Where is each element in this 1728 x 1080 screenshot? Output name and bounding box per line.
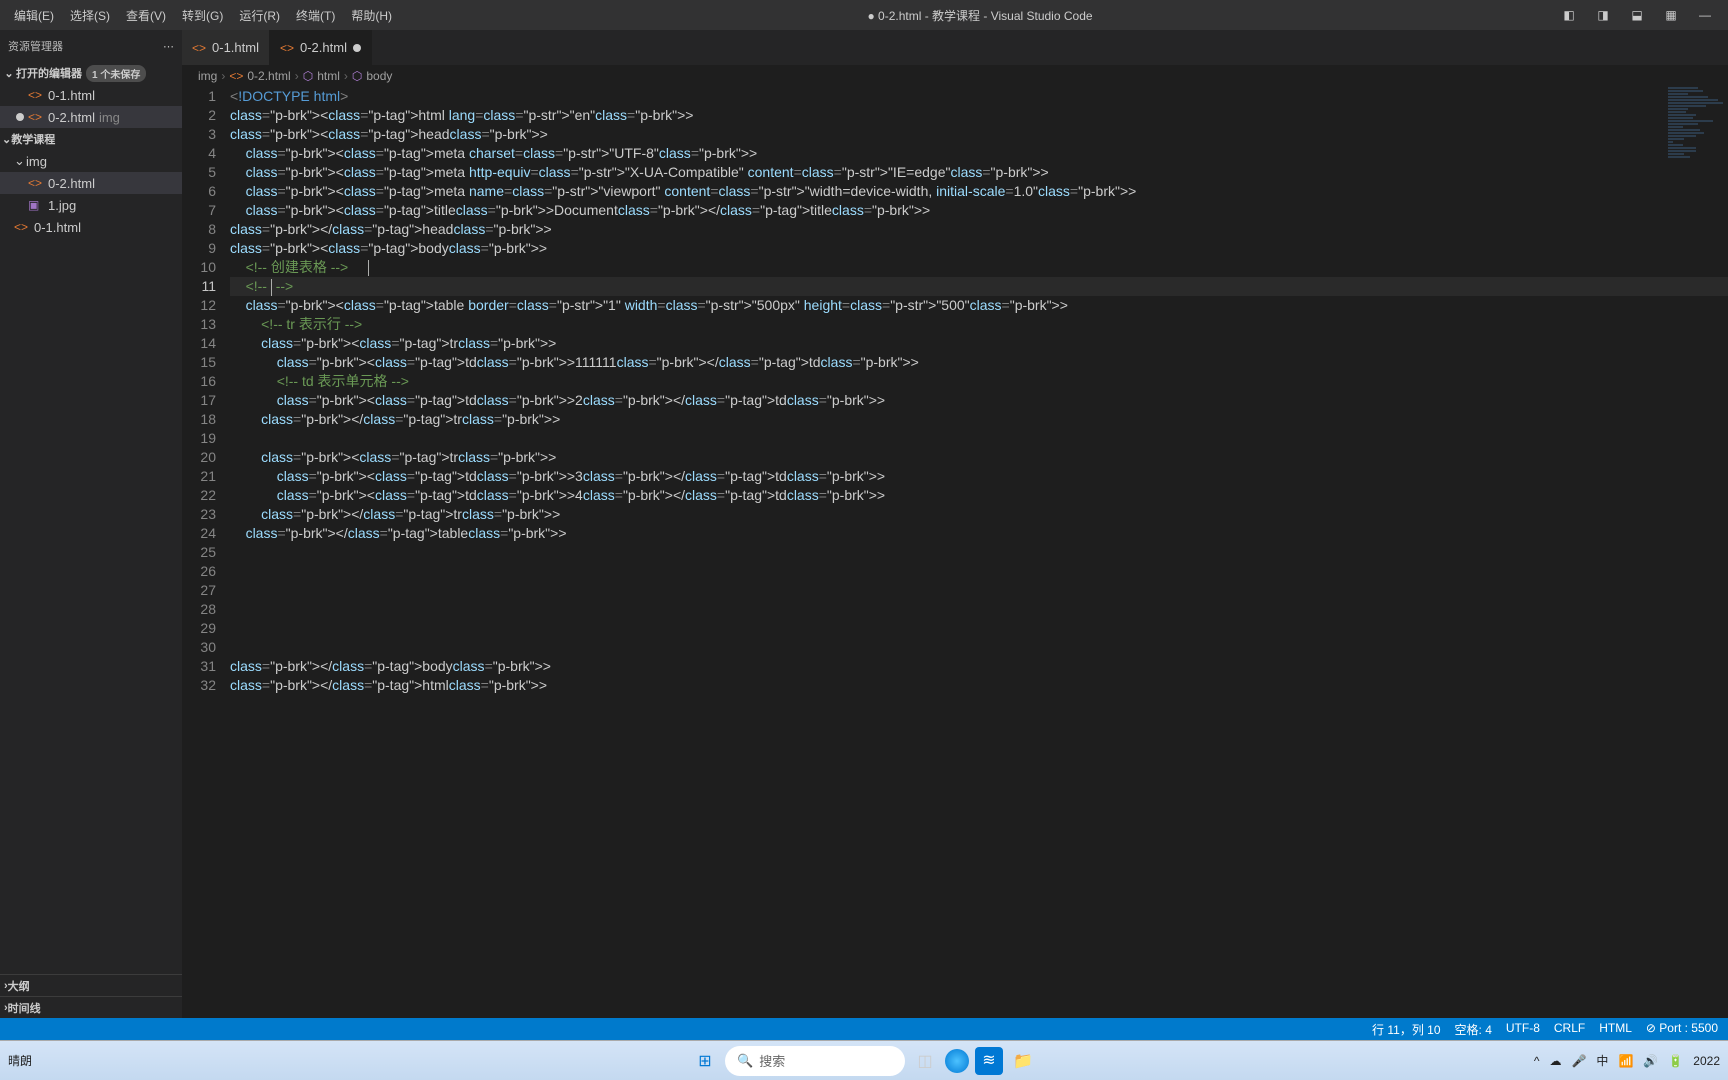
unsaved-badge: 1 个未保存 xyxy=(86,65,146,82)
element-icon: ⬡ xyxy=(352,69,362,83)
system-tray[interactable]: ^ ☁ 🎤 中 📶 🔊 🔋 2022 xyxy=(1534,1052,1720,1069)
clock[interactable]: 2022 xyxy=(1693,1054,1720,1068)
outline-section[interactable]: ›大纲 xyxy=(0,974,182,996)
breadcrumb[interactable]: img › <> 0-2.html › ⬡ html › ⬡ body xyxy=(182,65,1728,87)
explorer-sidebar: 资源管理器 ⋯ ⌄ 打开的编辑器 1 个未保存 <> 0-1.html <> 0… xyxy=(0,30,182,1018)
open-editor-item[interactable]: <> 0-1.html xyxy=(0,84,182,106)
search-icon: 🔍 xyxy=(737,1053,753,1069)
code-editor[interactable]: 1234567891011121314151617181920212223242… xyxy=(182,87,1728,1018)
tree-file[interactable]: ▣ 1.jpg xyxy=(0,194,182,216)
statusbar: 行 11，列 10 空格: 4 UTF-8 CRLF HTML ⊘ Port :… xyxy=(0,1018,1728,1040)
workspace-folder[interactable]: ⌄ 教学课程 xyxy=(0,128,182,150)
taskbar-search[interactable]: 🔍 搜索 xyxy=(725,1046,905,1076)
explorer-title: 资源管理器 xyxy=(8,38,63,54)
start-button[interactable]: ⊞ xyxy=(691,1047,719,1075)
menu-terminal[interactable]: 终端(T) xyxy=(288,3,343,28)
battery-icon[interactable]: 🔋 xyxy=(1668,1054,1683,1068)
title-controls: ◧ ◨ ⬓ ▦ — xyxy=(1560,8,1728,22)
layout-icon-4[interactable]: ▦ xyxy=(1662,8,1680,22)
window-title: ● 0-2.html - 教学课程 - Visual Studio Code xyxy=(400,7,1560,24)
editor: <> 0-1.html <> 0-2.html img › <> 0-2.htm… xyxy=(182,30,1728,1018)
indentation[interactable]: 空格: 4 xyxy=(1455,1021,1492,1038)
layout-icon-3[interactable]: ⬓ xyxy=(1628,8,1646,22)
element-icon: ⬡ xyxy=(303,69,313,83)
eol[interactable]: CRLF xyxy=(1554,1021,1585,1038)
tab[interactable]: <> 0-2.html xyxy=(270,30,372,65)
tree-file[interactable]: <> 0-2.html xyxy=(0,172,182,194)
ime-icon[interactable]: 中 xyxy=(1596,1052,1608,1069)
tab[interactable]: <> 0-1.html xyxy=(182,30,270,65)
vscode-icon[interactable]: ≋ xyxy=(975,1047,1003,1075)
edge-icon[interactable] xyxy=(945,1049,969,1073)
volume-icon[interactable]: 🔊 xyxy=(1643,1054,1658,1068)
titlebar: 编辑(E) 选择(S) 查看(V) 转到(G) 运行(R) 终端(T) 帮助(H… xyxy=(0,0,1728,30)
encoding[interactable]: UTF-8 xyxy=(1506,1021,1540,1038)
windows-taskbar: 晴朗 ⊞ 🔍 搜索 ◫ ≋ 📁 ^ ☁ 🎤 中 📶 🔊 🔋 2022 xyxy=(0,1040,1728,1080)
minimize-icon[interactable]: — xyxy=(1696,8,1714,22)
chevron-up-icon[interactable]: ^ xyxy=(1534,1054,1540,1068)
tree-folder-img[interactable]: ⌄ img xyxy=(0,150,182,172)
mic-icon[interactable]: 🎤 xyxy=(1571,1054,1586,1068)
onedrive-icon[interactable]: ☁ xyxy=(1549,1054,1561,1068)
language-mode[interactable]: HTML xyxy=(1599,1021,1632,1038)
explorer-icon[interactable]: 📁 xyxy=(1009,1047,1037,1075)
menu-help[interactable]: 帮助(H) xyxy=(343,3,400,28)
open-editor-item[interactable]: <> 0-2.html img xyxy=(0,106,182,128)
html-icon: <> xyxy=(229,69,243,83)
menu-run[interactable]: 运行(R) xyxy=(231,3,288,28)
menu-go[interactable]: 转到(G) xyxy=(174,3,231,28)
html-icon: <> xyxy=(280,41,294,55)
menu-edit[interactable]: 编辑(E) xyxy=(6,3,62,28)
weather-widget[interactable]: 晴朗 xyxy=(8,1052,32,1069)
open-editors-header[interactable]: ⌄ 打开的编辑器 1 个未保存 xyxy=(0,62,182,84)
editor-tabs: <> 0-1.html <> 0-2.html xyxy=(182,30,1728,65)
dirty-dot-icon xyxy=(16,113,24,121)
wifi-icon[interactable]: 📶 xyxy=(1618,1054,1633,1068)
main-menu: 编辑(E) 选择(S) 查看(V) 转到(G) 运行(R) 终端(T) 帮助(H… xyxy=(0,3,400,28)
tree-file[interactable]: <> 0-1.html xyxy=(0,216,182,238)
menu-select[interactable]: 选择(S) xyxy=(62,3,118,28)
html-icon: <> xyxy=(192,41,206,55)
layout-icon-2[interactable]: ◨ xyxy=(1594,8,1612,22)
more-icon[interactable]: ⋯ xyxy=(163,40,174,53)
timeline-section[interactable]: ›时间线 xyxy=(0,996,182,1018)
layout-icon-1[interactable]: ◧ xyxy=(1560,8,1578,22)
cursor-position[interactable]: 行 11，列 10 xyxy=(1372,1021,1440,1038)
task-view-icon[interactable]: ◫ xyxy=(911,1047,939,1075)
minimap[interactable] xyxy=(1668,87,1728,207)
live-server-port[interactable]: ⊘ Port : 5500 xyxy=(1646,1021,1718,1038)
dirty-dot-icon xyxy=(353,44,361,52)
menu-view[interactable]: 查看(V) xyxy=(118,3,174,28)
